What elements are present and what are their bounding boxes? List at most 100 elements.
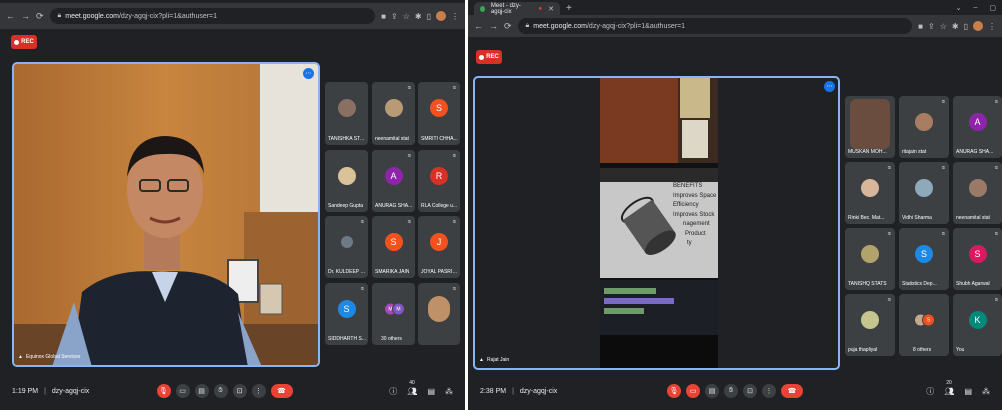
leave-call-button[interactable]: ☎︎ [781,384,803,398]
participant-avatar: S [968,245,987,264]
star-icon[interactable]: ☆ [940,22,947,31]
camera-off-button[interactable]: ▭ [686,384,700,398]
tab-search-icon[interactable]: ⌄ [956,4,962,12]
camera-icon[interactable]: ■ [918,22,923,31]
menu-icon[interactable]: ⋮ [988,22,996,31]
share-icon[interactable]: ⇪ [928,22,935,31]
participant-tile[interactable]: ⦸ neenamital stat [372,82,415,145]
back-icon[interactable]: ← [474,21,483,31]
mic-off-icon: ⦸ [407,85,411,91]
tile-options-icon[interactable]: ⋯ [824,81,835,92]
star-icon[interactable]: ☆ [403,12,410,21]
more-options-button[interactable]: ⋮ [762,384,776,398]
forward-icon[interactable]: → [21,11,30,21]
participant-tile[interactable]: ⦸ S Shubh Agarwal [953,228,1002,290]
close-tab-icon[interactable]: ✕ [548,5,554,13]
participant-tile[interactable]: ⦸ A ANURAG SHA... [953,96,1002,158]
info-icon[interactable]: ⓘ [389,386,397,397]
people-count-badge: 40 [409,379,415,386]
new-tab-icon[interactable]: + [566,3,572,15]
participant-tile[interactable]: ⦸ neenamital stat [953,162,1002,224]
present-button[interactable]: ⊡ [232,384,247,398]
participant-tile[interactable]: ⦸ ritajain stat [899,96,949,158]
presenter-name: Rajat Jain [486,357,510,363]
participant-tile[interactable]: ⦸ R RLA College u... [418,150,460,212]
participant-tile[interactable]: ⦸ S SMRITI CHHA... [418,82,460,145]
raise-hand-button[interactable]: ✋︎ [213,384,228,398]
participant-tile[interactable]: ⦸ S SIDDHARTH S... [325,283,368,345]
participant-tile[interactable]: ⦸ S Statistics Dep... [899,228,949,290]
self-tile[interactable]: ⦸ [418,283,460,345]
back-icon[interactable]: ← [6,11,15,21]
participant-avatar: A [968,113,987,132]
chat-icon[interactable]: ▤ [964,387,972,396]
self-tile[interactable]: ⦸ K You [953,294,1002,356]
leave-call-button[interactable]: ☎︎ [270,384,293,398]
participant-tile[interactable]: MUSKAN MOH... [845,96,895,158]
maximize-icon[interactable]: ▢ [989,4,996,12]
participant-tile[interactable]: ⦸ Vidhi Sharma [899,162,949,224]
mic-off-icon: ⦸ [887,231,891,237]
side-buttons: ⓘ 👥︎ 40 ▤ ⁂ [389,380,453,397]
participant-photo [428,296,450,323]
participant-tile[interactable]: ⦸ J JOYAL PASRIC... [418,216,460,278]
chat-icon[interactable]: ▤ [427,387,435,396]
sidepanel-icon[interactable]: ▯ [964,22,968,31]
others-tile[interactable]: S 8 others [899,294,949,356]
tile-options-icon[interactable]: ⋯ [303,68,314,79]
clock-time: 1:19 PM [12,387,39,395]
raise-hand-button[interactable]: ✋︎ [724,384,738,398]
camera-icon[interactable]: ■ [381,12,386,21]
participant-tile[interactable]: ⦸ Rinki Bec. Mat... [845,162,895,224]
participant-avatar: J [430,233,448,252]
browser-tab[interactable]: Meet - dzy-agqj-cix ● ✕ [474,2,560,15]
captions-button[interactable]: ▤ [705,384,719,398]
info-icon[interactable]: ⓘ [926,386,934,397]
profile-avatar[interactable] [973,21,983,31]
lock-icon: 🔒︎ [525,22,530,29]
forward-icon[interactable]: → [489,21,498,31]
camera-button[interactable]: ▭ [175,384,190,398]
main-speaker-tile[interactable]: ⋯ ▲ Equinox Global Services [12,62,320,367]
extensions-icon[interactable]: ✱ [952,22,959,31]
participant-photo [861,311,879,330]
participant-tile[interactable]: ⦸ S SMARIKA JAIN [372,216,415,278]
url-host: meet.google.com [533,22,587,30]
participant-tile[interactable]: Sandeep Gupta [325,150,368,212]
browser-toolbar: ← → ⟳ 🔒︎ meet.google.com/dzy-agqj-cix?pl… [0,3,465,29]
participant-tile[interactable]: ⦸ Dr. KULDEEP S... [325,216,368,278]
participant-tile[interactable]: ⦸ TANISHQ STATS [845,228,895,290]
address-bar[interactable]: 🔒︎ meet.google.com/dzy-agqj-cix?pli=1&au… [517,18,913,34]
activities-icon[interactable]: ⁂ [445,387,453,396]
captions-button[interactable]: ▤ [194,384,209,398]
slide-text: BENEFITS Improves Space Efficiency Impro… [673,183,717,246]
address-bar[interactable]: 🔒︎ meet.google.com/dzy-agqj-cix?pli=1&au… [49,8,376,24]
people-button[interactable]: 👥︎ 20 [944,380,954,396]
presentation-tile[interactable]: BENEFITS Improves Space Efficiency Impro… [473,76,840,370]
mic-off-icon: ⦸ [887,165,891,171]
participant-tile[interactable]: ⦸ puja thapliyal [845,294,895,356]
participant-photo [337,167,356,186]
reload-icon[interactable]: ⟳ [504,21,512,32]
browser-tools: ■ ⇪ ☆ ✱ ▯ ⋮ [918,21,996,31]
present-button[interactable]: ⊡ [743,384,757,398]
mic-off-icon: ⦸ [407,219,411,225]
profile-avatar[interactable] [436,11,446,21]
menu-icon[interactable]: ⋮ [451,12,459,21]
others-tile[interactable]: M M 30 others [372,283,415,345]
mic-off-button[interactable]: 🎙︎ [156,384,171,398]
more-options-button[interactable]: ⋮ [251,384,266,398]
meeting-details: 1:19 PM | dzy-agqj-cix [12,387,90,395]
minimize-icon[interactable]: – [973,4,977,12]
people-button[interactable]: 👥︎ 40 [407,380,417,396]
mic-off-icon: ⦸ [407,153,411,159]
participant-tile[interactable]: ⦸ A ANURAG SHA... [372,150,415,212]
sidepanel-icon[interactable]: ▯ [427,12,431,21]
participant-tile[interactable]: TANISHKA STA... [325,82,368,145]
extensions-icon[interactable]: ✱ [415,12,422,21]
reload-icon[interactable]: ⟳ [36,11,44,22]
activities-icon[interactable]: ⁂ [982,387,990,396]
mic-off-button[interactable]: 🎙︎ [667,384,681,398]
mic-off-icon: ⦸ [941,231,945,237]
share-icon[interactable]: ⇪ [391,12,398,21]
